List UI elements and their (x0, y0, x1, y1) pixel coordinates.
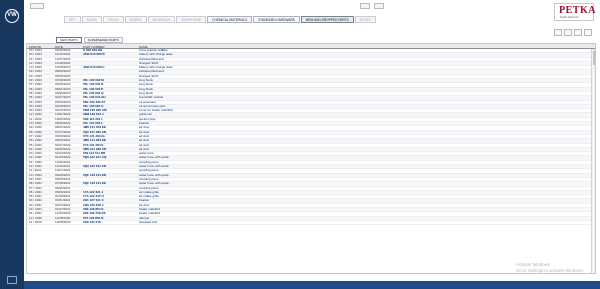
tab-tools[interactable]: TOOLS (102, 16, 124, 23)
parts-table: UPDATE DATE PART NUMBER NAME 03 / 2024 02… (26, 43, 596, 274)
tab-standard-hardware[interactable]: STANDARD HARDWARE (253, 16, 300, 23)
row-part-number: JZW 915 086 B (83, 52, 105, 57)
tab-sales[interactable]: SALES (81, 16, 102, 23)
tab-epc[interactable]: EPC (64, 16, 81, 23)
export-icon[interactable] (564, 29, 572, 36)
row-part-number: 5Q0 122 101 CQ (83, 155, 107, 160)
section-tabs: EPC SALES TOOLS WORKS MATERIALS SUPERSED… (64, 16, 377, 23)
row-name: threaded bolt (139, 219, 158, 224)
tab-new-and-dropped-parts[interactable]: NEW AND DROPPED PARTS (300, 16, 354, 23)
row-part-number: 3Q0 122 101 CR (83, 164, 107, 169)
scrollbar-thumb[interactable] (593, 51, 595, 65)
row-update: 11 / 2020 (29, 219, 42, 224)
back-button[interactable] (30, 3, 44, 9)
left-navigation-bar: VW (0, 0, 24, 289)
table-body: 03 / 2024 02/26/2024 S 052 919 M2 Urea solu… (27, 47, 595, 226)
main-area: PETKA Digital Solutions EPC SALES TOOLS … (24, 0, 600, 289)
print-icon[interactable] (554, 29, 562, 36)
toolbar (552, 29, 592, 36)
petka-logo: PETKA Digital Solutions (554, 3, 596, 21)
status-bar (24, 281, 600, 289)
filter-icon[interactable] (360, 3, 370, 9)
tab-works[interactable]: WORKS (124, 16, 147, 23)
search-icon[interactable] (574, 29, 582, 36)
home-icon[interactable] (7, 276, 17, 284)
activation-watermark: Activate Windows Go to Settings to activ… (516, 262, 584, 273)
row-part-number: 5QF 122 101 EE (83, 181, 107, 186)
row-part-number: 5QF 122 101 ED (83, 172, 107, 177)
settings-icon[interactable] (374, 3, 384, 9)
tab-notes[interactable]: NOTES (354, 16, 376, 23)
watermark-line-2: Go to Settings to activate Windows. (516, 267, 584, 273)
top-bar (24, 0, 600, 13)
logo-text: PETKA (559, 5, 596, 16)
tab-supersede[interactable]: SUPERSEDE (176, 16, 207, 23)
row-part-number: 2H6 131 516 (83, 219, 101, 224)
vertical-scrollbar[interactable] (591, 49, 595, 273)
row-part-number: JZW 915 089 C (83, 65, 105, 70)
row-date: 10/28/2020 (55, 219, 71, 224)
vw-logo-icon: VW (5, 9, 19, 23)
tab-chemical-materials[interactable]: CHEMICAL MATERIALS (207, 16, 253, 23)
table-row[interactable]: 11 / 2020 10/28/2020 2H6 131 516 threaded b… (27, 219, 595, 226)
tab-materials[interactable]: MATERIALS (147, 16, 176, 23)
copy-icon[interactable] (584, 29, 592, 36)
logo-subtitle: Digital Solutions (560, 16, 579, 19)
